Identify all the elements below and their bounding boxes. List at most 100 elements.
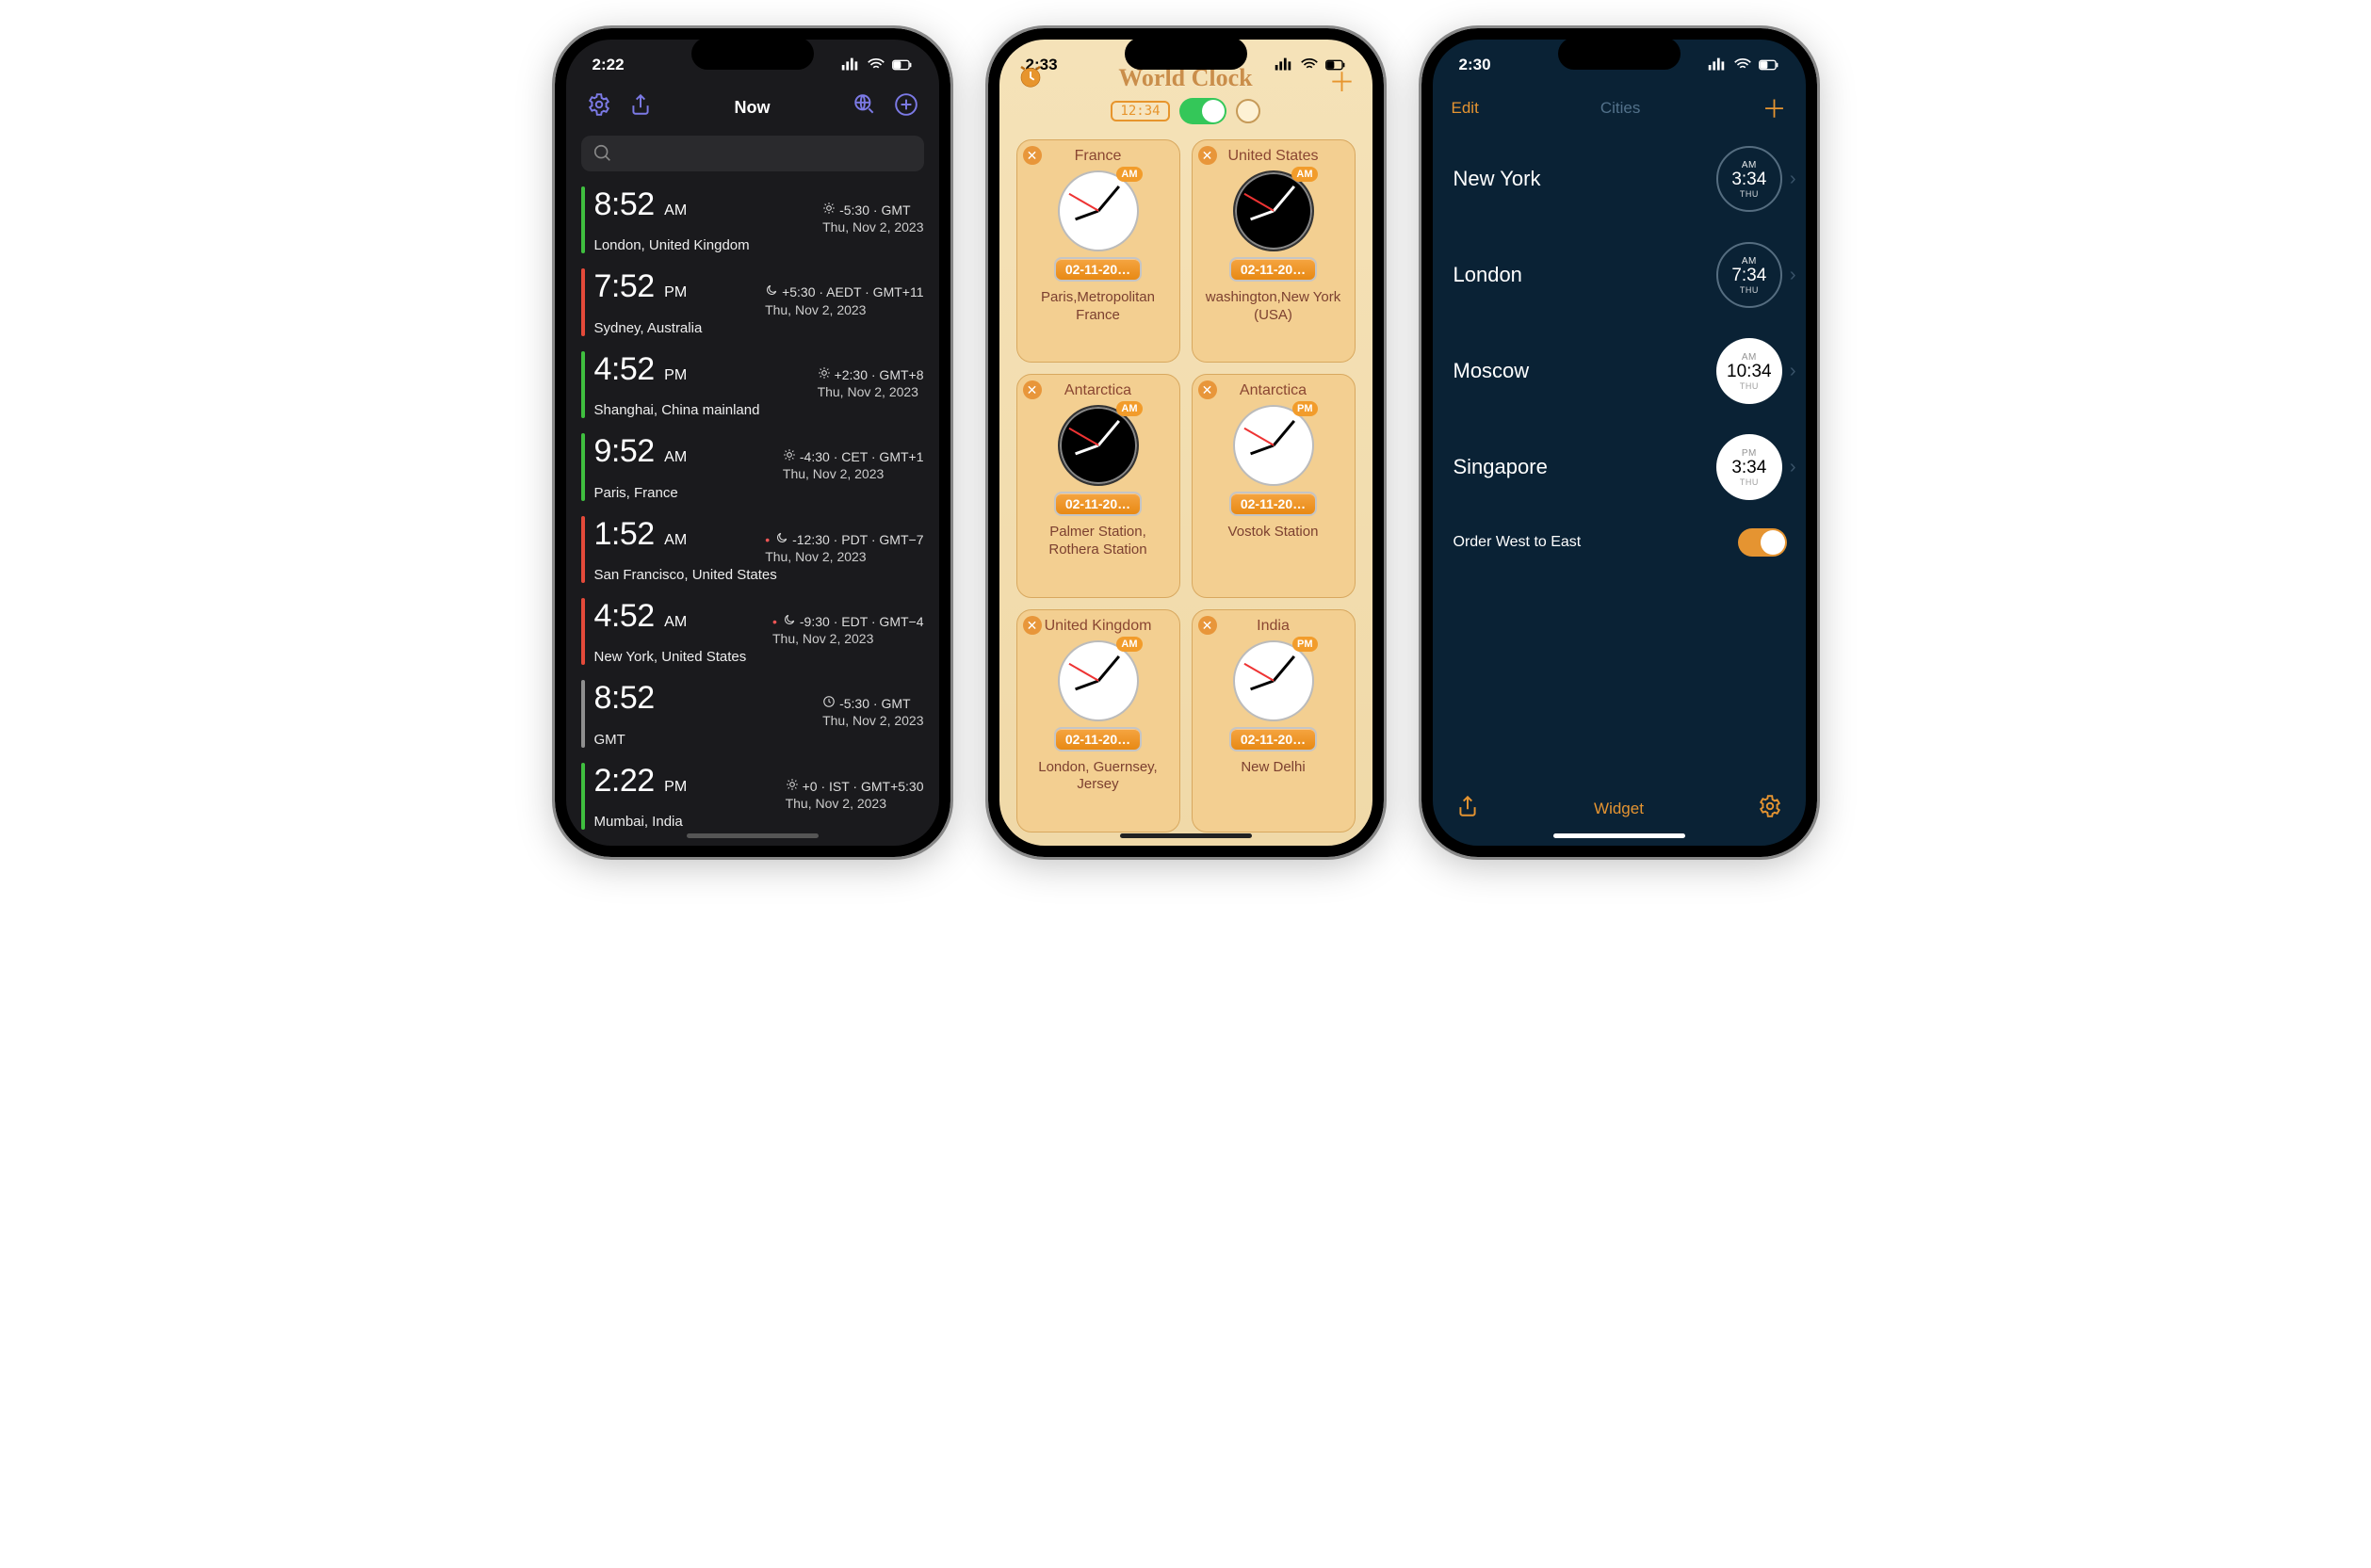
- add-button[interactable]: ＋: [1762, 90, 1786, 125]
- city-row[interactable]: Singapore PM 3:34 THU ›: [1453, 419, 1806, 515]
- time-disc: PM 3:34 THU: [1716, 434, 1782, 500]
- ampm-label: PM: [664, 284, 687, 300]
- ampm-badge: AM: [1291, 167, 1317, 182]
- status-stripe: [581, 351, 585, 418]
- delete-icon[interactable]: ✕: [1198, 146, 1217, 165]
- share-icon[interactable]: [628, 92, 653, 122]
- add-icon[interactable]: [894, 92, 918, 122]
- date-pill: 02-11-20…: [1229, 727, 1317, 752]
- daynight-icon: [822, 202, 836, 218]
- date-label: Thu, Nov 2, 2023: [822, 218, 923, 235]
- order-setting-row: Order West to East: [1433, 515, 1806, 570]
- country-label: Antarctica: [1064, 382, 1131, 399]
- clock-tile[interactable]: ✕ United Kingdom AM 02-11-20… London, Gu…: [1016, 609, 1180, 832]
- alarm-icon[interactable]: [1016, 62, 1045, 97]
- daynight-icon: [775, 531, 788, 548]
- clock-tile[interactable]: ✕ United States AM 02-11-20… washington,…: [1192, 139, 1356, 363]
- city-row[interactable]: London AM 7:34 THU ›: [1453, 227, 1806, 323]
- offset-label: -4:30 · CET · GMT+1: [800, 448, 924, 465]
- alert-dot-icon: •: [772, 613, 777, 630]
- city-row[interactable]: 9:52 AM -4:30 · CET · GMT+1 Thu, Nov 2, …: [581, 426, 924, 508]
- edit-button[interactable]: Edit: [1452, 99, 1479, 118]
- delete-icon[interactable]: ✕: [1198, 616, 1217, 635]
- share-icon[interactable]: [1455, 794, 1480, 823]
- offset-label: -5:30 · GMT: [839, 202, 910, 218]
- date-label: Thu, Nov 2, 2023: [786, 795, 924, 812]
- city-row[interactable]: 2:22 PM +0 · IST · GMT+5:30 Thu, Nov 2, …: [581, 755, 924, 837]
- city-row[interactable]: 8:52 AM -5:30 · GMT Thu, Nov 2, 2023 Lon…: [581, 179, 924, 261]
- status-time: 2:22: [593, 56, 625, 74]
- settings-icon[interactable]: [1758, 794, 1782, 823]
- home-indicator[interactable]: [1553, 833, 1685, 838]
- city-time: 2:22: [594, 763, 655, 799]
- add-icon[interactable]: ＋: [1328, 62, 1355, 100]
- city-row[interactable]: Moscow AM 10:34 THU ›: [1453, 323, 1806, 419]
- day-label: THU: [1740, 477, 1759, 487]
- city-time: 7:52: [594, 268, 655, 304]
- city-time: 8:52: [594, 186, 655, 222]
- city-time: 9:52: [594, 433, 655, 469]
- daynight-icon: [783, 613, 796, 630]
- home-indicator[interactable]: [687, 833, 819, 838]
- time-label: 7:34: [1731, 267, 1766, 284]
- home-indicator[interactable]: [1120, 833, 1252, 838]
- analog-clock-icon: [1058, 170, 1139, 251]
- city-name: Moscow: [1453, 359, 1530, 383]
- day-label: THU: [1740, 285, 1759, 295]
- ampm-label: AM: [664, 202, 687, 218]
- mode-bar: 12:34: [1016, 98, 1356, 124]
- date-pill: 02-11-20…: [1229, 257, 1317, 282]
- date-label: Thu, Nov 2, 2023: [822, 712, 923, 729]
- mode-toggle[interactable]: [1179, 98, 1226, 124]
- ampm-badge: PM: [1292, 401, 1318, 416]
- delete-icon[interactable]: ✕: [1023, 616, 1042, 635]
- city-name: San Francisco, United States: [594, 567, 924, 583]
- day-label: THU: [1740, 381, 1759, 391]
- header: Edit Cities ＋: [1433, 90, 1806, 131]
- toolbar: Now: [566, 90, 939, 132]
- settings-icon[interactable]: [587, 92, 611, 122]
- cities-list[interactable]: New York AM 3:34 THU › London AM 7:34 TH…: [1433, 131, 1806, 515]
- search-input[interactable]: [581, 136, 924, 171]
- city-row[interactable]: 8:52 -5:30 · GMT Thu, Nov 2, 2023 GMT: [581, 672, 924, 754]
- city-row[interactable]: 7:52 PM +5:30 · AEDT · GMT+11 Thu, Nov 2…: [581, 261, 924, 343]
- city-row[interactable]: 4:52 AM • -9:30 · EDT · GMT−4 Thu, Nov 2…: [581, 590, 924, 672]
- city-row[interactable]: New York AM 3:34 THU ›: [1453, 131, 1806, 227]
- delete-icon[interactable]: ✕: [1023, 146, 1042, 165]
- daynight-icon: [783, 448, 796, 465]
- widget-tab-label[interactable]: Widget: [1594, 800, 1644, 818]
- city-time: 4:52: [594, 598, 655, 634]
- status-stripe: [581, 516, 585, 583]
- city-row[interactable]: 4:52 PM +2:30 · GMT+8 Thu, Nov 2, 2023 S…: [581, 344, 924, 426]
- offset-label: +0 · IST · GMT+5:30: [803, 778, 924, 795]
- header: ＋ World Clock 12:34: [999, 90, 1372, 136]
- order-toggle[interactable]: [1738, 528, 1787, 557]
- offset-label: +5:30 · AEDT · GMT+11: [782, 283, 923, 300]
- analog-mode-icon[interactable]: [1236, 99, 1260, 123]
- city-row[interactable]: 1:52 AM • -12:30 · PDT · GMT−7 Thu, Nov …: [581, 509, 924, 590]
- world-search-icon[interactable]: [853, 92, 877, 122]
- search-icon: [593, 143, 613, 164]
- date-pill: 02-11-20…: [1054, 257, 1142, 282]
- daynight-icon: [818, 366, 831, 383]
- time-disc: AM 7:34 THU: [1716, 242, 1782, 308]
- clock-tile[interactable]: ✕ Antarctica AM 02-11-20… Palmer Station…: [1016, 374, 1180, 597]
- city-name: Sydney, Australia: [594, 320, 924, 336]
- clock-grid[interactable]: ✕ France AM 02-11-20… Paris,Metropolitan…: [999, 136, 1372, 846]
- city-list[interactable]: 8:52 AM -5:30 · GMT Thu, Nov 2, 2023 Lon…: [566, 179, 939, 846]
- status-stripe: [581, 433, 585, 500]
- location-label: New Delhi: [1241, 759, 1305, 777]
- digital-mode-icon[interactable]: 12:34: [1111, 101, 1169, 121]
- city-time: 8:52: [594, 680, 655, 716]
- delete-icon[interactable]: ✕: [1198, 380, 1217, 399]
- page-title: Now: [735, 98, 771, 118]
- time-label: 3:34: [1731, 459, 1766, 477]
- time-label: 3:34: [1731, 170, 1766, 188]
- alert-dot-icon: •: [765, 531, 770, 548]
- clock-tile[interactable]: ✕ France AM 02-11-20… Paris,Metropolitan…: [1016, 139, 1180, 363]
- analog-clock-icon: [1233, 405, 1314, 486]
- clock-tile[interactable]: ✕ Antarctica PM 02-11-20… Vostok Station: [1192, 374, 1356, 597]
- clock-tile[interactable]: ✕ India PM 02-11-20… New Delhi: [1192, 609, 1356, 832]
- date-label: Thu, Nov 2, 2023: [772, 630, 924, 647]
- delete-icon[interactable]: ✕: [1023, 380, 1042, 399]
